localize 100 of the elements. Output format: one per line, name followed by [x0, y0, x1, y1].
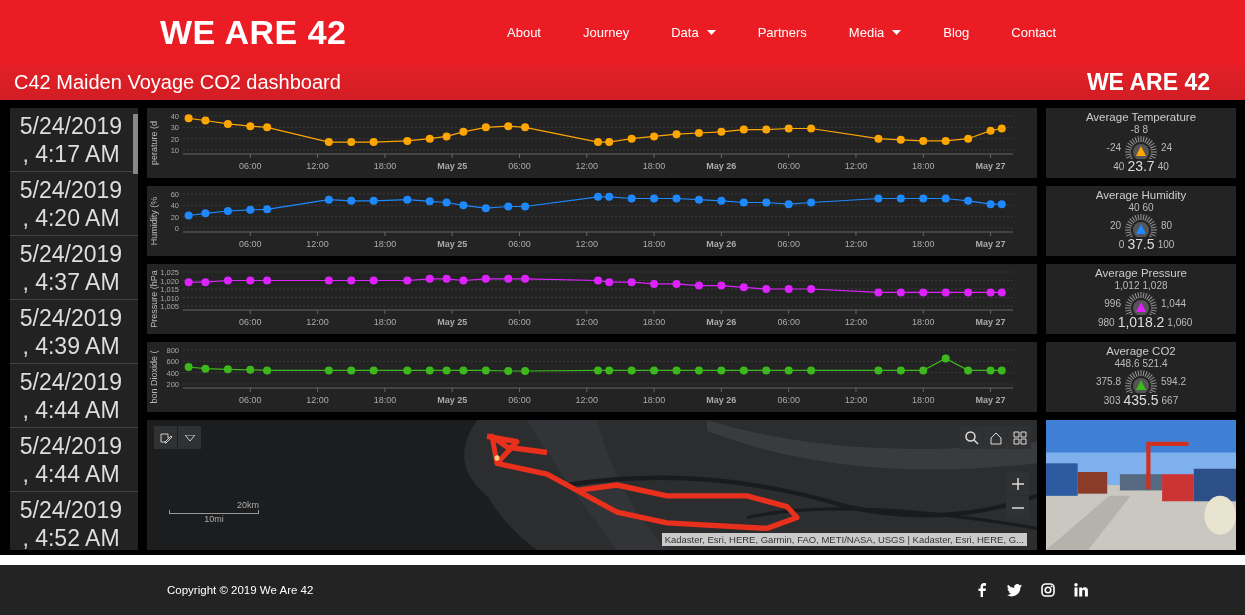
facebook-icon[interactable] — [976, 583, 988, 597]
axis-label: 06:00 — [508, 239, 531, 249]
data-point — [425, 274, 434, 283]
timestamp-item[interactable]: 5/24/2019 , 4:17 AM — [10, 108, 138, 172]
data-point — [986, 200, 995, 209]
nav-link[interactable]: Partners — [757, 25, 807, 40]
data-point — [481, 123, 490, 132]
scale-label: 448.6 — [1113, 358, 1140, 369]
scale-label: 0 — [1117, 239, 1125, 250]
search-button[interactable] — [960, 426, 983, 449]
data-point — [246, 365, 255, 374]
time-text: , 4:17 AM — [22, 140, 120, 168]
axis-label: 12:00 — [575, 395, 599, 405]
timestamp-item[interactable]: 5/24/2019 , 4:20 AM — [10, 172, 138, 236]
dashboard-title: C42 Maiden Voyage CO2 dashboard — [14, 71, 341, 94]
scale-label: 40 — [1157, 161, 1170, 172]
timestamp-item[interactable]: 5/24/2019 , 4:37 AM — [10, 236, 138, 300]
date-text: 5/24/2019 — [19, 496, 123, 524]
axis-label: May 25 — [437, 317, 468, 327]
data-point — [650, 194, 659, 203]
scrollbar-thumb[interactable] — [133, 114, 138, 174]
nav-link[interactable]: Data — [671, 25, 716, 40]
data-point — [739, 283, 748, 292]
linkedin-icon[interactable] — [1074, 583, 1088, 597]
data-point — [874, 366, 883, 375]
data-point — [184, 114, 193, 123]
data-point — [874, 194, 883, 203]
data-point — [184, 363, 193, 371]
data-point — [201, 209, 210, 218]
data-point — [739, 198, 748, 207]
axis-label: 06:00 — [777, 161, 800, 171]
dropdown-button[interactable] — [178, 426, 201, 449]
axis-label: 12:00 — [575, 317, 599, 327]
axis-label: 18:00 — [912, 239, 935, 249]
data-point — [672, 279, 681, 288]
plus-icon — [1011, 477, 1024, 490]
data-point — [964, 134, 973, 143]
data-point — [324, 195, 333, 204]
scale-label: 24 — [1161, 141, 1174, 153]
data-point — [986, 126, 995, 135]
logo: WE ARE 42 — [1086, 69, 1210, 96]
data-point — [369, 196, 378, 205]
data-point — [672, 130, 681, 139]
instagram-icon[interactable] — [1041, 583, 1055, 597]
data-point — [784, 285, 793, 293]
map-attribution: Kadaster, Esri, HERE, Garmin, FAO, METI/NASA, USGS | Kadaster, Esri, HERE, G... — [661, 533, 1027, 546]
axis-label: 12:00 — [575, 161, 599, 171]
gauge-dial — [1124, 369, 1158, 393]
data-point — [184, 278, 193, 287]
axis-label: 18:00 — [642, 239, 666, 249]
axis-title: bon Dioxide ( — [149, 350, 159, 404]
home-button[interactable] — [984, 426, 1007, 449]
data-point — [442, 274, 451, 283]
home-icon — [988, 430, 1003, 445]
timestamp-item[interactable]: 5/24/2019 , 4:44 AM — [10, 364, 138, 428]
data-point — [762, 198, 771, 207]
time-text: , 4:52 AM — [22, 524, 120, 550]
axis-title: Humidity (% — [149, 196, 159, 246]
axis-label: 06:00 — [239, 317, 262, 327]
logo[interactable]: WE ARE 42 — [160, 13, 507, 52]
axis-label: May 25 — [437, 395, 468, 405]
gauge-value: 23.7 — [1127, 159, 1155, 174]
axis-label: 12:00 — [844, 239, 868, 249]
data-point — [347, 196, 356, 205]
data-point — [246, 205, 255, 214]
nav-link[interactable]: Media — [848, 25, 902, 40]
data-point — [425, 134, 434, 143]
data-point — [672, 194, 681, 203]
nav-link[interactable]: Blog — [943, 25, 970, 40]
scale-label: 1,012 — [1113, 280, 1140, 291]
axis-label: 18:00 — [373, 239, 397, 249]
zoom-in-button[interactable] — [1006, 472, 1029, 495]
grid-button[interactable] — [1008, 426, 1031, 449]
data-point — [504, 366, 513, 375]
time-text: , 4:44 AM — [22, 396, 120, 424]
data-point — [223, 119, 232, 128]
zoom-out-button[interactable] — [1006, 496, 1029, 519]
scale-label: 20km — [237, 500, 259, 510]
nav-link[interactable]: About — [507, 25, 541, 40]
data-point — [627, 194, 636, 203]
data-point — [481, 274, 490, 283]
nav-link[interactable]: Contact — [1011, 25, 1057, 40]
data-point — [807, 198, 816, 207]
data-point — [784, 200, 793, 209]
data-point — [504, 202, 513, 211]
sketch-button[interactable] — [154, 426, 177, 449]
data-point — [807, 366, 816, 375]
axis-label: 06:00 — [508, 317, 531, 327]
timestamp-item[interactable]: 5/24/2019 , 4:52 AM — [10, 492, 138, 550]
data-point — [997, 124, 1006, 133]
nav-link[interactable]: Journey — [583, 25, 630, 40]
timestamp-item[interactable]: 5/24/2019 , 4:44 AM — [10, 428, 138, 492]
data-point — [874, 134, 883, 143]
data-point — [263, 276, 272, 285]
data-point — [594, 192, 602, 201]
axis-label: 06:00 — [777, 317, 800, 327]
twitter-icon[interactable] — [1007, 583, 1022, 597]
data-point — [504, 122, 513, 131]
data-point — [184, 211, 193, 220]
timestamp-item[interactable]: 5/24/2019 , 4:39 AM — [10, 300, 138, 364]
